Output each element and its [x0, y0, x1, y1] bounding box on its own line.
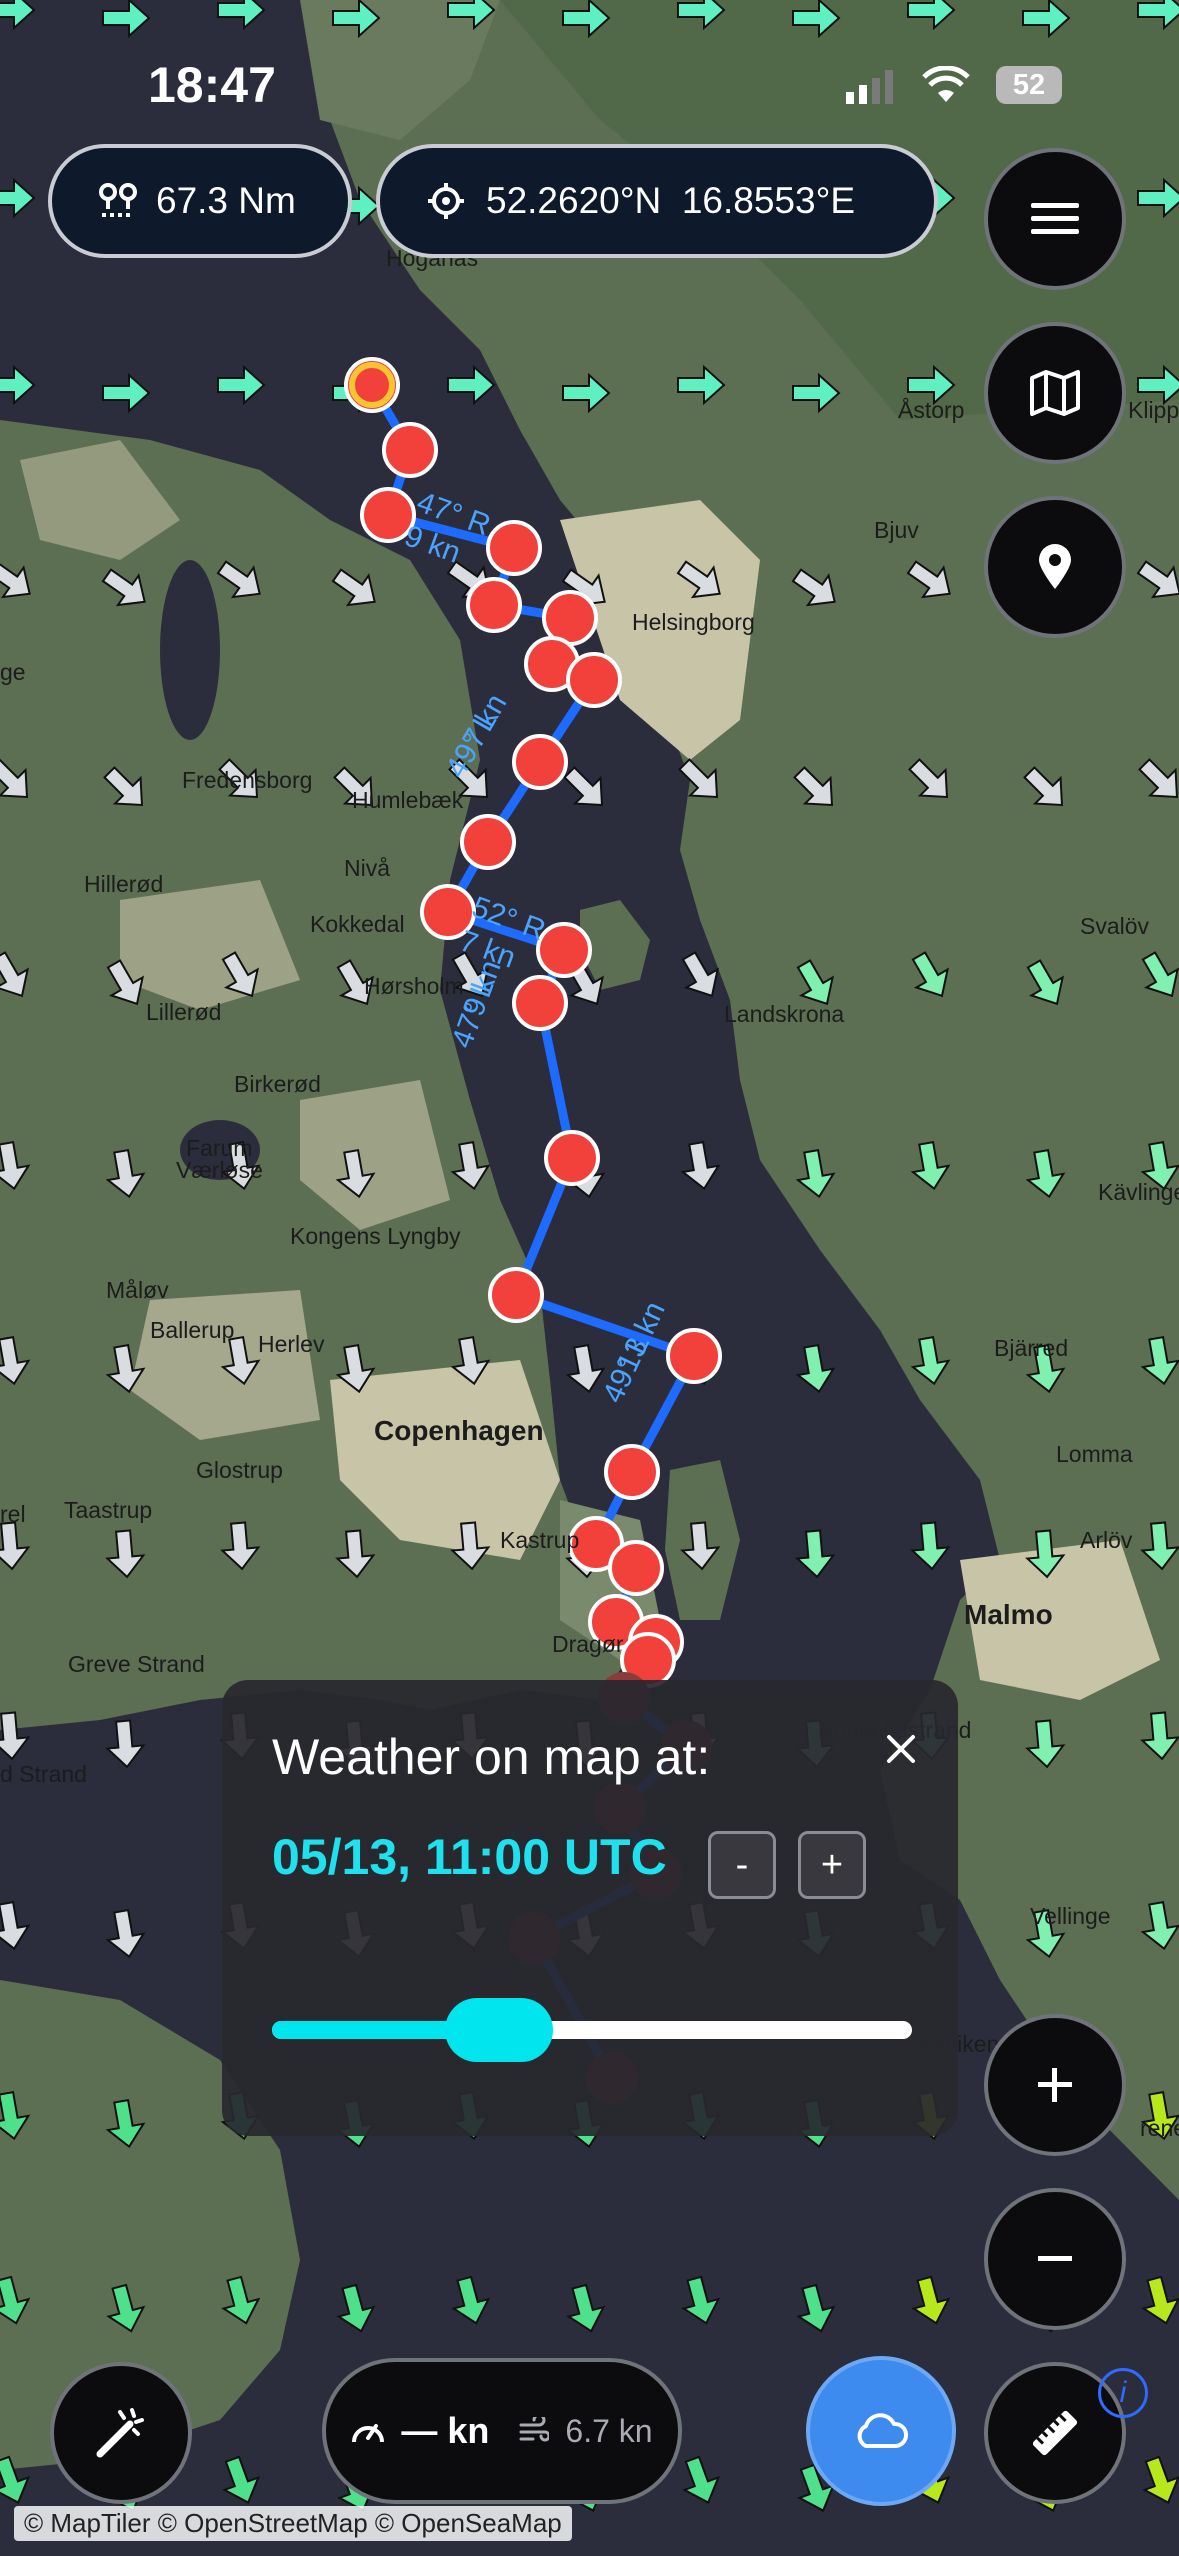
waypoint[interactable]: [486, 520, 542, 576]
wind-speed: 6.7 kn: [565, 2412, 653, 2449]
zoom-in-button[interactable]: [984, 2014, 1126, 2156]
speed-pill[interactable]: — kn 6.7 kn: [322, 2358, 682, 2504]
place-label: d Strand: [0, 1761, 87, 1787]
boat-speed: — kn: [401, 2410, 490, 2451]
status-time: 18:47: [148, 57, 276, 113]
route-distance: 67.3 Nm: [156, 180, 296, 221]
close-button[interactable]: [872, 1720, 930, 1778]
time-slider-thumb[interactable]: [444, 1998, 553, 2062]
place-label: Værløse: [176, 1157, 263, 1183]
route-distance-pill[interactable]: 67.3 Nm: [48, 144, 352, 258]
coordinates: 52.2620°N 16.8553°E: [486, 180, 856, 221]
place-label: Copenhagen: [374, 1415, 544, 1446]
menu-button[interactable]: [984, 148, 1126, 290]
magic-wand-icon: [96, 2408, 144, 2458]
place-label: Malmo: [964, 1599, 1053, 1630]
place-label: Humlebæk: [352, 787, 464, 813]
map-layers-button[interactable]: [984, 322, 1126, 464]
waypoint[interactable]: [512, 734, 568, 790]
place-label: Vellinge: [1030, 1903, 1111, 1929]
time-minus-button[interactable]: -: [708, 1831, 776, 1899]
place-label: Birkerød: [234, 1071, 321, 1097]
weather-panel: Weather on map at: 05/13, 11:00 UTC - +: [222, 1680, 958, 2136]
place-label: Bjuv: [874, 517, 919, 543]
battery-icon: 52: [996, 66, 1062, 104]
info-icon[interactable]: i: [1098, 2368, 1148, 2418]
place-label: Svalöv: [1080, 913, 1150, 939]
place-label: Åstorp: [898, 396, 964, 423]
zoom-out-button[interactable]: [984, 2188, 1126, 2330]
plus-icon: [1038, 2068, 1072, 2102]
waypoint[interactable]: [460, 814, 516, 870]
hamburger-icon: [1031, 203, 1079, 234]
place-label: Lomma: [1056, 1441, 1133, 1467]
cloud-icon: [857, 2413, 909, 2448]
waypoint[interactable]: [544, 1130, 600, 1186]
waypoint[interactable]: [666, 1328, 722, 1384]
place-label: Helsingborg: [632, 609, 755, 635]
place-label: Hørsholm: [364, 973, 464, 999]
location-button[interactable]: [984, 496, 1126, 638]
waypoint[interactable]: [536, 922, 592, 978]
place-label: Bjärred: [994, 1335, 1068, 1361]
map-attribution[interactable]: © MapTiler © OpenStreetMap © OpenSeaMap: [14, 2506, 572, 2541]
waypoint[interactable]: [512, 975, 568, 1031]
time-plus-button[interactable]: +: [798, 1831, 866, 1899]
place-label: Ballerup: [150, 1317, 234, 1343]
weather-datetime: 05/13, 11:00 UTC: [272, 1829, 667, 1885]
pin-icon: [1039, 544, 1071, 589]
place-label: Kongens Lyngby: [290, 1223, 461, 1249]
waypoint[interactable]: [466, 577, 522, 633]
place-label: Arlöv: [1080, 1527, 1133, 1553]
waypoint[interactable]: [604, 1444, 660, 1500]
place-label: Lillerød: [146, 999, 221, 1025]
place-label: Fredensborg: [182, 767, 312, 793]
waypoint[interactable]: [382, 422, 438, 478]
map-icon: [1030, 370, 1080, 416]
waypoint[interactable]: [566, 652, 622, 708]
place-label: Kokkedal: [310, 911, 405, 937]
coordinates-pill[interactable]: 52.2620°N 16.8553°E: [376, 144, 938, 258]
minus-icon: [1038, 2256, 1072, 2261]
waypoint[interactable]: [488, 1267, 544, 1323]
place-label: Landskrona: [724, 1001, 844, 1027]
place-label: ge: [0, 659, 26, 685]
place-label: Greve Strand: [68, 1651, 205, 1677]
ruler-icon: [1032, 2410, 1078, 2456]
crosshair-icon: [428, 183, 464, 219]
weather-button[interactable]: [806, 2356, 956, 2506]
waypoint[interactable]: [608, 1540, 664, 1596]
route-pins-icon: [99, 183, 137, 217]
tools-button[interactable]: [50, 2362, 192, 2504]
place-label: Glostrup: [196, 1457, 283, 1483]
weather-panel-title: Weather on map at:: [272, 1729, 711, 1785]
place-label: Nivå: [344, 855, 390, 881]
speedometer-icon: [352, 2424, 385, 2443]
close-icon: [887, 1735, 915, 1763]
battery-level: 52: [1012, 68, 1046, 101]
wifi-icon: [922, 65, 970, 109]
place-label: Klipp: [1128, 397, 1179, 423]
place-label: rene: [1140, 2115, 1179, 2141]
place-label: Kävlinge: [1098, 1179, 1179, 1205]
cellular-icon: [846, 70, 896, 109]
wind-icon: [519, 2417, 550, 2442]
time-slider[interactable]: [272, 1998, 912, 2062]
place-label: rel: [0, 1501, 26, 1527]
place-label: Kastrup: [500, 1527, 579, 1553]
place-label: Måløv: [106, 1277, 169, 1303]
place-label: Herlev: [258, 1331, 325, 1357]
place-label: Hillerød: [84, 871, 163, 897]
place-label: Dragør: [552, 1631, 624, 1657]
place-label: Taastrup: [64, 1497, 152, 1523]
